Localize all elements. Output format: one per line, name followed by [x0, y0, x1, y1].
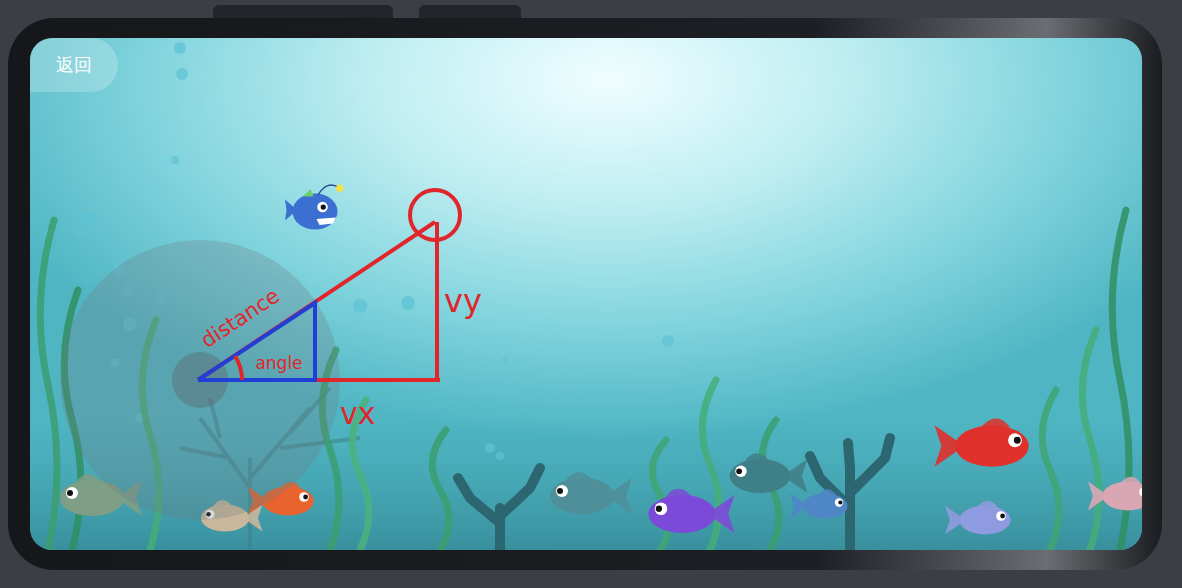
joystick-diagram: distanceangle vx vy [30, 38, 1142, 550]
seaweed [40, 220, 57, 550]
distance-line [198, 222, 435, 380]
angle-label: angle [255, 353, 302, 373]
volume-key[interactable] [213, 5, 393, 18]
target-circle [410, 190, 460, 240]
back-button[interactable]: 返回 [30, 38, 118, 92]
fish [935, 418, 1029, 466]
coral [458, 438, 890, 550]
device-buttons [8, 5, 1182, 18]
bubble [353, 299, 367, 313]
bubble [401, 296, 415, 310]
seaweed [652, 440, 669, 550]
fish [945, 501, 1011, 535]
seaweed [1042, 390, 1059, 550]
bubble [502, 357, 508, 363]
fish [648, 489, 734, 533]
game-screen[interactable]: distanceangle vx vy 返回 [30, 38, 1142, 550]
bubble [171, 156, 179, 164]
bubble [662, 335, 674, 347]
vy-line [435, 222, 439, 380]
bubble [176, 68, 188, 80]
bubble [485, 443, 495, 453]
fish [550, 472, 632, 514]
seaweed [1082, 330, 1099, 550]
anglerfish [285, 185, 344, 230]
fish [790, 489, 847, 518]
angle-arc [235, 356, 242, 380]
joystick-base[interactable] [60, 240, 340, 520]
vx-label: vx [340, 396, 376, 431]
power-key[interactable] [419, 5, 521, 18]
seaweed [432, 430, 449, 550]
bubble [174, 42, 186, 54]
bubble [496, 452, 504, 460]
page: distanceangle vx vy 返回 [0, 0, 1182, 588]
vy-label: vy [444, 282, 482, 320]
bubble [83, 211, 97, 225]
fish [730, 453, 808, 493]
fish [1088, 477, 1142, 511]
device-frame: distanceangle vx vy 返回 [8, 18, 1162, 570]
bubble [78, 229, 86, 237]
distance-label: distance [196, 284, 283, 353]
